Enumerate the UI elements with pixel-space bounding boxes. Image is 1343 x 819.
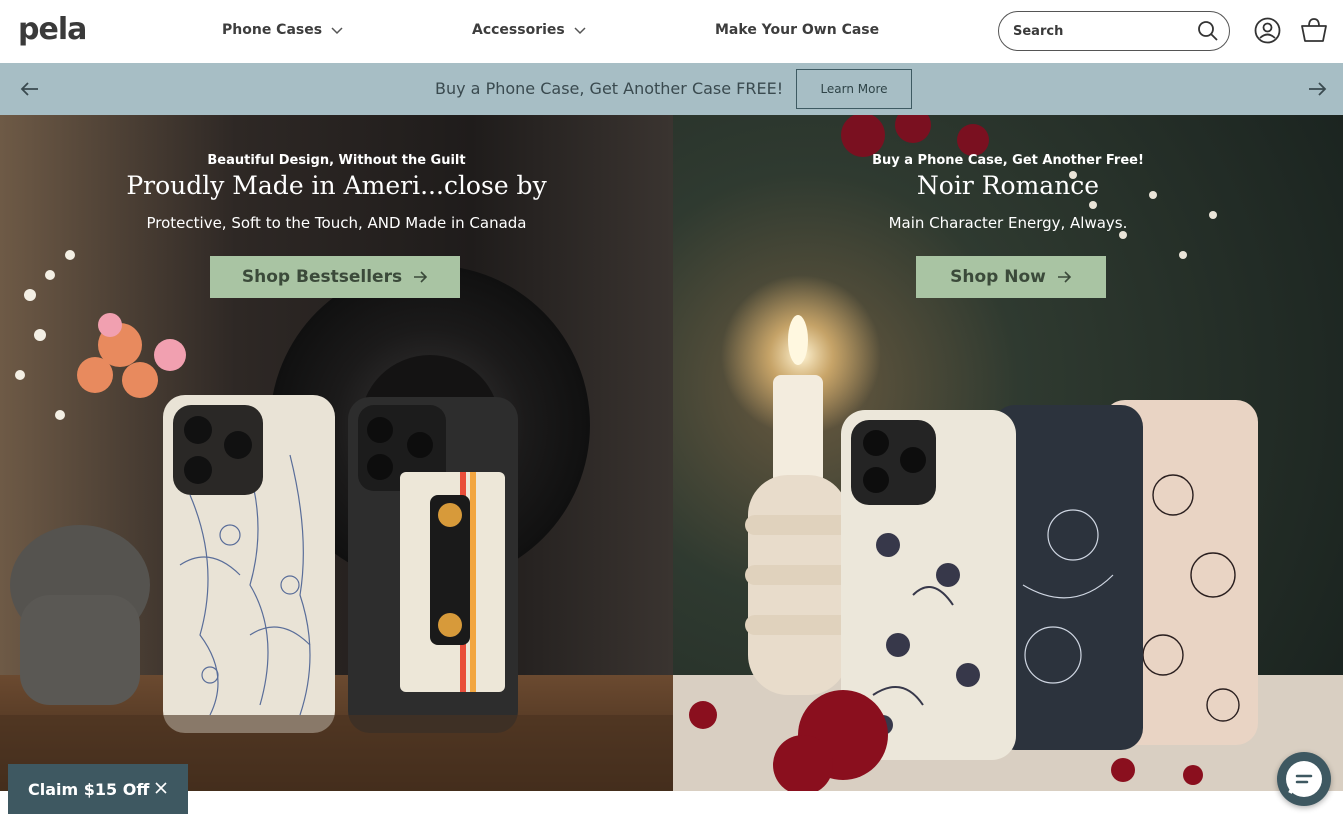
nav-accessories[interactable]: Accessories [472, 22, 587, 38]
hero-eyebrow: Beautiful Design, Without the Guilt [207, 153, 466, 168]
search-box [998, 11, 1230, 51]
promo-text: Buy a Phone Case, Get Another Case FREE! [435, 79, 784, 98]
chevron-down-icon [574, 27, 586, 35]
hero-panel-noir-romance[interactable]: Buy a Phone Case, Get Another Free! Noir… [673, 115, 1343, 791]
shop-now-button[interactable]: Shop Now [916, 256, 1106, 298]
nav-phone-cases[interactable]: Phone Cases [222, 22, 344, 38]
account-icon[interactable] [1253, 16, 1281, 44]
arrow-right-icon [1057, 271, 1071, 283]
search-input[interactable] [1013, 23, 1197, 39]
search-icon[interactable] [1197, 20, 1219, 42]
arrow-left-icon[interactable] [18, 77, 42, 101]
site-header: pela Phone Cases Accessories Make Your O… [0, 0, 1343, 63]
cart-icon[interactable] [1300, 16, 1328, 44]
hero-subtitle: Main Character Energy, Always. [888, 214, 1128, 232]
arrow-right-icon[interactable] [1305, 77, 1329, 101]
chevron-down-icon [331, 27, 343, 35]
button-label: Shop Bestsellers [241, 267, 403, 287]
chat-button[interactable] [1277, 752, 1331, 806]
logo[interactable]: pela [18, 12, 87, 47]
arrow-right-icon [414, 271, 428, 283]
hero-title: Proudly Made in Ameri...close by [126, 171, 547, 200]
promo-bar: Buy a Phone Case, Get Another Case FREE!… [0, 63, 1343, 115]
button-label: Shop Now [950, 267, 1046, 287]
claim-offer-label: Claim $15 Off [28, 779, 150, 799]
learn-more-button[interactable]: Learn More [796, 69, 912, 109]
nav-make-your-own[interactable]: Make Your Own Case [715, 22, 879, 38]
shop-bestsellers-button[interactable]: Shop Bestsellers [210, 256, 460, 298]
nav-label: Phone Cases [222, 22, 323, 38]
hero-title: Noir Romance [916, 171, 1100, 200]
nav-label: Make Your Own Case [715, 22, 880, 38]
hero-subtitle: Protective, Soft to the Touch, AND Made … [146, 214, 527, 232]
hero-panel-bestsellers[interactable]: Beautiful Design, Without the Guilt Prou… [0, 115, 673, 791]
hero-eyebrow: Buy a Phone Case, Get Another Free! [872, 153, 1144, 168]
claim-offer-button[interactable]: Claim $15 Off [8, 764, 188, 814]
close-icon[interactable] [154, 781, 168, 795]
nav-label: Accessories [472, 22, 565, 38]
chat-icon [1286, 761, 1322, 797]
